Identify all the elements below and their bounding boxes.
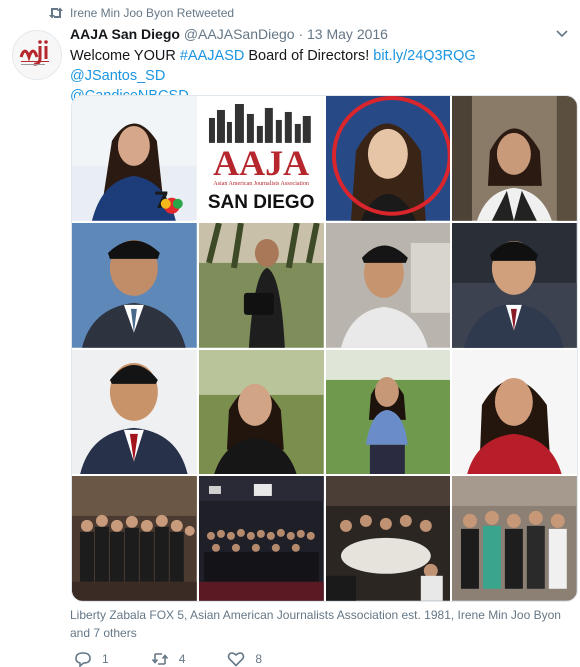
like-button[interactable]: 8 (227, 651, 262, 667)
photo-tile-woman-garden[interactable] (325, 349, 451, 475)
photo-tile-group-dinner[interactable] (325, 476, 451, 601)
photo-tile-woman-red-dress[interactable] (452, 349, 577, 475)
tweet-text-part: Board of Directors! (244, 48, 374, 64)
retweet-context-label: Irene Min Joo Byon Retweeted (70, 6, 235, 20)
reply-button[interactable]: 1 (74, 651, 109, 667)
tweet-date[interactable]: 13 May 2016 (307, 26, 388, 42)
photo-tile-man-suit[interactable] (72, 222, 197, 348)
avatar[interactable] (12, 30, 62, 80)
like-count: 8 (255, 652, 263, 666)
tweet-header: AAJA San Diego @AAJASanDiego · 13 May 20… (70, 26, 570, 42)
separator-dot: · (294, 26, 308, 42)
aaja-san-diego-logo-tile[interactable]: AAJA Asian American Journalists Associat… (198, 96, 324, 221)
photo-tile-man-smiling[interactable] (325, 222, 451, 348)
photo-tile-group-hallway[interactable] (452, 476, 577, 601)
aaja-logo-text: AAJA (213, 143, 310, 183)
photo-tile-group-indoor[interactable] (72, 476, 197, 601)
media-collage[interactable]: 7 AAJA Asian American Journalists Associ… (71, 95, 578, 602)
tweet-action-bar: 1 4 8 (74, 651, 262, 667)
reply-count: 1 (102, 652, 109, 666)
tweet[interactable]: Irene Min Joo Byon Retweeted AAJA San Di… (0, 0, 580, 667)
photo-tile-circled-woman[interactable] (325, 96, 451, 221)
tweet-text-part: Welcome YOUR (70, 48, 180, 64)
photo-tile-woman-bag[interactable] (198, 222, 324, 348)
aaja-logo-subtitle: Asian American Journalists Association (213, 181, 309, 187)
reply-icon (75, 652, 91, 667)
short-url-link[interactable]: bit.ly/24Q3RQG (373, 48, 475, 64)
chevron-down-icon[interactable] (556, 30, 568, 38)
tagged-people-caption[interactable]: Liberty Zabala FOX 5, Asian American Jou… (70, 606, 570, 642)
hashtag-link[interactable]: #AAJASD (180, 48, 244, 64)
photo-tile-man-studio[interactable] (452, 222, 577, 348)
photo-tile-woman-outdoors[interactable] (452, 96, 577, 221)
mention-link[interactable]: @JSantos_SD (70, 68, 165, 84)
retweet-count: 4 (178, 652, 186, 666)
retweet-context[interactable]: Irene Min Joo Byon Retweeted (48, 6, 234, 20)
photo-tile-woman-park[interactable] (198, 349, 324, 475)
aaja-logo-city: SAN DIEGO (207, 192, 315, 213)
heart-icon (228, 652, 245, 667)
retweet-icon (49, 7, 63, 19)
retweet-button[interactable]: 4 (151, 651, 186, 667)
photo-tile-man-red-tie[interactable] (72, 349, 197, 475)
user-handle[interactable]: @AAJASanDiego (184, 26, 295, 42)
photo-tile-group-auditorium[interactable] (198, 476, 324, 601)
photo-tile-anchor-woman[interactable]: 7 (72, 96, 197, 221)
retweet-icon (151, 653, 168, 665)
display-name[interactable]: AAJA San Diego (70, 26, 180, 42)
aaja-logo-icon (13, 31, 61, 79)
